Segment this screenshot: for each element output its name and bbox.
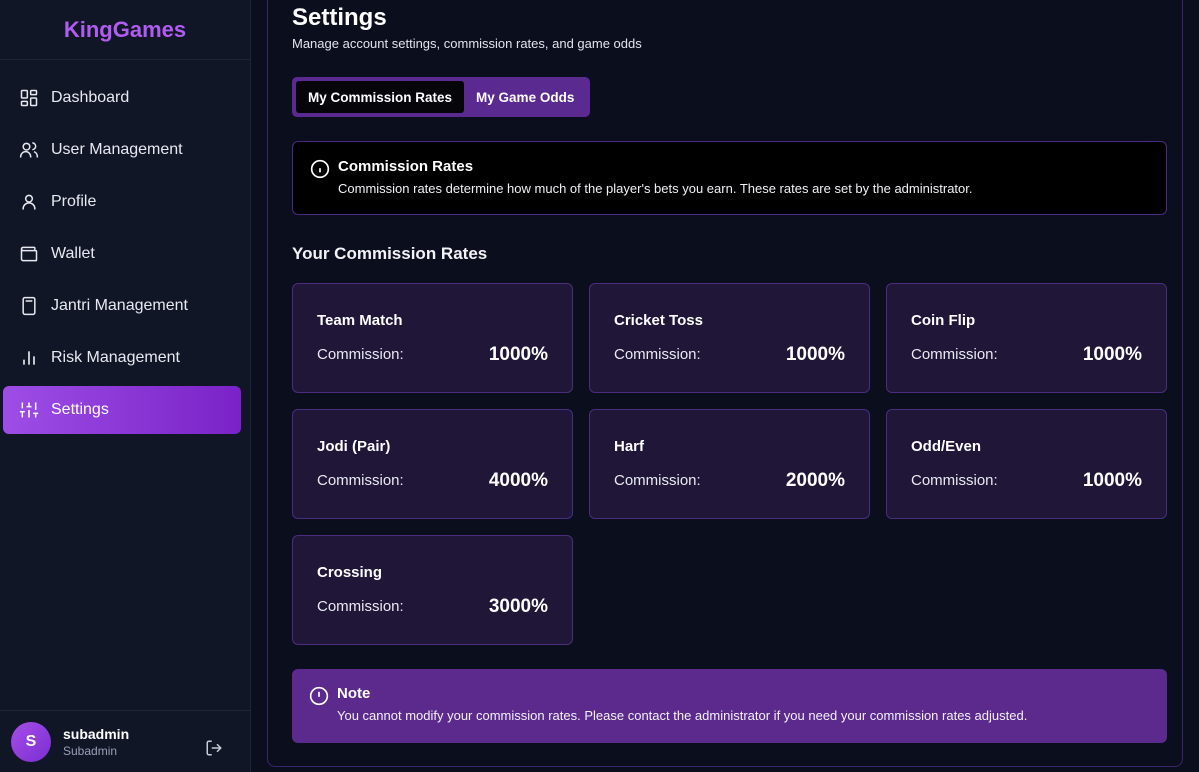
rate-name: Crossing	[317, 564, 383, 581]
user-panel: S subadmin Subadmin	[0, 710, 250, 772]
note-title: Note	[337, 685, 371, 702]
commission-value: 4000%	[488, 470, 548, 491]
commission-label: Commission:	[317, 346, 404, 363]
section-title: Your Commission Rates	[292, 244, 488, 263]
sidebar-item-label: Settings	[51, 401, 109, 418]
tab-my-game-odds[interactable]: My Game Odds	[464, 81, 586, 113]
alert-circle-icon	[309, 686, 329, 706]
rate-card-cricket-toss: Cricket Toss Commission: 1000%	[589, 283, 870, 393]
note-alert: Note You cannot modify your commission r…	[292, 669, 1167, 743]
avatar[interactable]: S	[11, 721, 51, 762]
rate-card-odd-even: Odd/Even Commission: 1000%	[886, 409, 1167, 519]
commission-label: Commission:	[614, 346, 701, 363]
commission-value: 1000%	[488, 344, 548, 365]
commission-value: 1000%	[1082, 344, 1142, 365]
note-text: You cannot modify your commission rates.…	[337, 708, 1028, 723]
sidebar-item-jantri-management[interactable]: Jantri Management	[3, 282, 241, 330]
user-name: subadmin	[63, 725, 130, 742]
rate-card-team-match: Team Match Commission: 1000%	[292, 283, 573, 393]
sidebar-item-label: Wallet	[51, 245, 95, 262]
info-text: Commission rates determine how much of t…	[338, 181, 973, 196]
users-icon	[19, 140, 39, 160]
sliders-icon	[19, 400, 39, 420]
user-role: Subadmin	[63, 743, 118, 758]
rate-card-jodi-pair: Jodi (Pair) Commission: 4000%	[292, 409, 573, 519]
settings-panel: Settings Manage account settings, commis…	[267, 0, 1183, 767]
commission-value: 1000%	[785, 344, 845, 365]
commission-value: 1000%	[1082, 470, 1142, 491]
commission-label: Commission:	[911, 346, 998, 363]
rate-card-harf: Harf Commission: 2000%	[589, 409, 870, 519]
commission-label: Commission:	[911, 472, 998, 489]
commission-info-alert: Commission Rates Commission rates determ…	[292, 141, 1167, 215]
sidebar-item-risk-management[interactable]: Risk Management	[3, 334, 241, 382]
logout-icon[interactable]	[205, 739, 223, 757]
rate-name: Cricket Toss	[614, 312, 703, 329]
wallet-icon	[19, 244, 39, 264]
commission-value: 3000%	[488, 596, 548, 617]
sidebar-item-label: Jantri Management	[51, 297, 188, 314]
bar-chart-icon	[19, 348, 39, 368]
dashboard-icon	[19, 88, 39, 108]
rate-card-coin-flip: Coin Flip Commission: 1000%	[886, 283, 1167, 393]
commission-label: Commission:	[317, 598, 404, 615]
commission-label: Commission:	[317, 472, 404, 489]
tab-my-commission-rates[interactable]: My Commission Rates	[296, 81, 465, 113]
sidebar-item-profile[interactable]: Profile	[3, 178, 241, 226]
sidebar-nav: Dashboard User Management Profile Wallet…	[0, 60, 250, 434]
rate-name: Jodi (Pair)	[317, 438, 391, 455]
rate-name: Coin Flip	[911, 312, 976, 329]
sidebar-item-label: User Management	[51, 141, 183, 158]
user-icon	[19, 192, 39, 212]
rate-name: Harf	[614, 438, 645, 455]
page-subtitle: Manage account settings, commission rate…	[292, 36, 642, 51]
sidebar-item-wallet[interactable]: Wallet	[3, 230, 241, 278]
sidebar-item-user-management[interactable]: User Management	[3, 126, 241, 174]
commission-label: Commission:	[614, 472, 701, 489]
sidebar-item-label: Risk Management	[51, 349, 180, 366]
sidebar-item-settings[interactable]: Settings	[3, 386, 241, 434]
settings-tabs: My Commission Rates My Game Odds	[292, 77, 591, 117]
sidebar-item-label: Dashboard	[51, 89, 130, 106]
brand-logo[interactable]: KingGames	[0, 0, 250, 60]
user-info: subadmin Subadmin	[63, 726, 129, 758]
info-title: Commission Rates	[338, 158, 474, 175]
info-icon	[310, 159, 330, 179]
sidebar-item-label: Profile	[51, 193, 97, 210]
calculator-icon	[19, 296, 39, 316]
page-title: Settings	[292, 4, 387, 31]
commission-value: 2000%	[785, 470, 845, 491]
rate-name: Team Match	[317, 312, 403, 329]
sidebar-item-dashboard[interactable]: Dashboard	[3, 74, 241, 122]
rate-card-crossing: Crossing Commission: 3000%	[292, 535, 573, 645]
rate-name: Odd/Even	[911, 438, 982, 455]
sidebar: KingGames Dashboard User Management Prof…	[0, 0, 251, 772]
